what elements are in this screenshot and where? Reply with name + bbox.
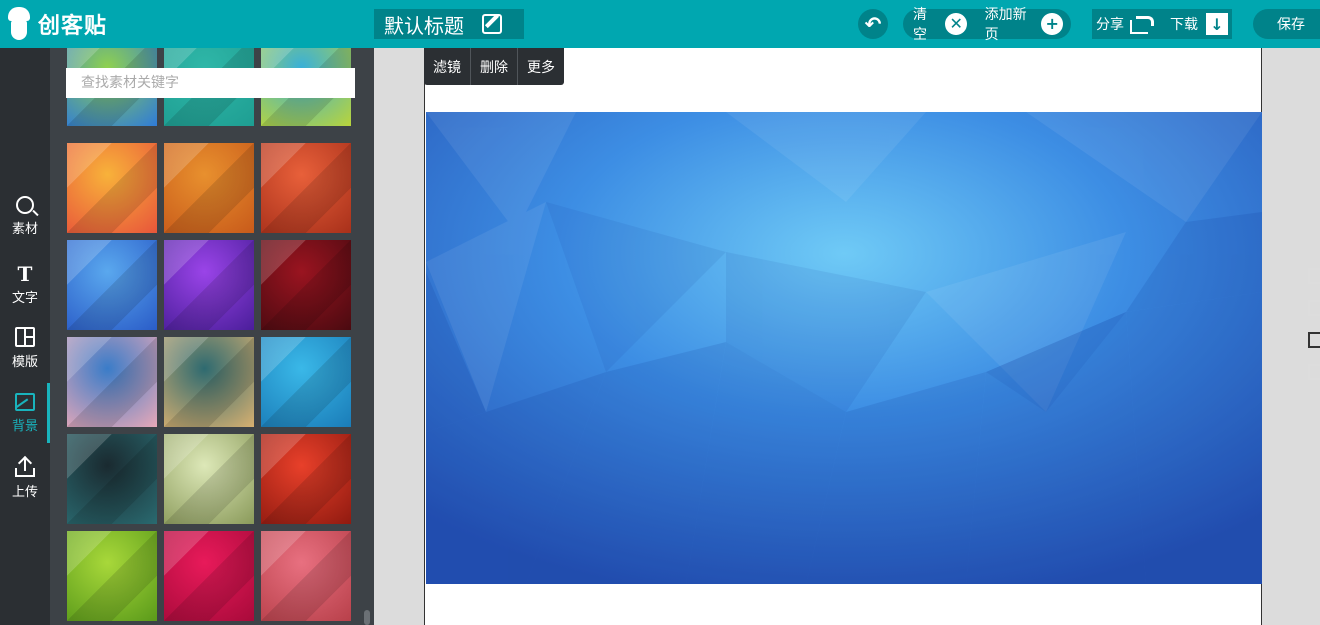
thumbnail-red-orange-polygon[interactable]	[261, 434, 351, 524]
upload-icon	[15, 455, 35, 477]
image-icon	[15, 392, 35, 411]
edit-icon[interactable]	[482, 14, 502, 34]
share-download-group: 分享 下载 ↓	[1092, 9, 1232, 39]
thumbnail-orange-polygon[interactable]	[164, 143, 254, 233]
clear-add-group: 清空 ✕ 添加新页 +	[903, 7, 1071, 43]
text-icon: T	[17, 261, 33, 286]
thumbnail-blue-polygon[interactable]	[67, 240, 157, 330]
copy-page-icon[interactable]	[1308, 332, 1320, 348]
top-bar: 创客贴 默认标题 ↶ 清空 ✕ 添加新页 + 分享 下载 ↓ 保存	[0, 0, 1320, 48]
nav-label: 背景	[11, 418, 38, 434]
delete-button[interactable]: 删除	[471, 48, 518, 85]
thumbnail-orange-bokeh[interactable]	[67, 143, 157, 233]
nav-label: 文字	[11, 290, 38, 306]
canvas-area: 滤镜 删除 更多	[374, 48, 1320, 625]
thumbnail-water-caustics[interactable]	[261, 337, 351, 427]
move-up-icon[interactable]	[1308, 268, 1320, 284]
clear-icon[interactable]: ✕	[945, 13, 967, 35]
thumbnail-teal-sand-gradient[interactable]	[164, 337, 254, 427]
thumbnail-purple-polygon[interactable]	[164, 240, 254, 330]
document-title[interactable]: 默认标题	[384, 10, 464, 39]
nav-label: 上传	[11, 484, 38, 500]
thumbnail-magenta-polygon[interactable]	[164, 531, 254, 621]
thumbnail-dark-red-polygon[interactable]	[261, 240, 351, 330]
thumbnail-blue-pink-bokeh[interactable]	[67, 337, 157, 427]
clear-label[interactable]: 清空	[913, 4, 940, 44]
more-button[interactable]: 更多	[518, 48, 564, 85]
nav-item-background[interactable]: 背景	[0, 383, 50, 443]
add-page-label[interactable]: 添加新页	[985, 4, 1040, 44]
page-side-tools	[1308, 268, 1320, 396]
move-down-icon[interactable]	[1308, 300, 1320, 316]
selected-background-image[interactable]	[426, 112, 1262, 584]
add-page-icon[interactable]: +	[1041, 13, 1063, 35]
scrollbar[interactable]	[364, 610, 370, 625]
logo[interactable]: 创客贴	[6, 6, 107, 42]
thumbnail-light-green-polygon[interactable]	[164, 434, 254, 524]
nav-item-template[interactable]: 模版	[0, 318, 50, 378]
document-title-box[interactable]: 默认标题	[374, 9, 524, 39]
undo-icon: ↶	[864, 12, 882, 36]
download-icon[interactable]: ↓	[1206, 13, 1228, 35]
share-icon[interactable]	[1130, 14, 1154, 34]
delete-page-icon[interactable]	[1308, 364, 1320, 380]
nav-item-text[interactable]: T 文字	[0, 254, 50, 314]
layout-icon	[15, 326, 35, 347]
thumbnail-red-polygon[interactable]	[261, 143, 351, 233]
nav-label: 素材	[11, 221, 38, 237]
left-nav: 素材 T 文字 模版 背景 上传	[0, 48, 50, 625]
image-toolbar: 滤镜 删除 更多	[424, 48, 564, 85]
thumbnail-lime-polygon[interactable]	[67, 531, 157, 621]
logo-text: 创客贴	[38, 14, 108, 39]
share-label[interactable]: 分享	[1096, 14, 1124, 34]
download-label[interactable]: 下载	[1170, 14, 1198, 34]
nav-label: 模版	[11, 354, 38, 370]
save-button[interactable]: 保存	[1253, 9, 1320, 39]
save-label: 保存	[1277, 17, 1305, 33]
undo-button[interactable]: ↶	[858, 9, 888, 39]
search-icon	[16, 195, 34, 214]
nav-item-upload[interactable]: 上传	[0, 448, 50, 508]
design-page[interactable]	[424, 48, 1262, 625]
nav-item-material[interactable]: 素材	[0, 186, 50, 246]
thumbnail-pink-polygon[interactable]	[261, 531, 351, 621]
search-input[interactable]	[66, 68, 355, 98]
logo-icon	[6, 7, 32, 41]
thumbnail-dark-teal-crystals[interactable]	[67, 434, 157, 524]
filter-button[interactable]: 滤镜	[424, 48, 471, 85]
background-panel	[50, 48, 374, 625]
